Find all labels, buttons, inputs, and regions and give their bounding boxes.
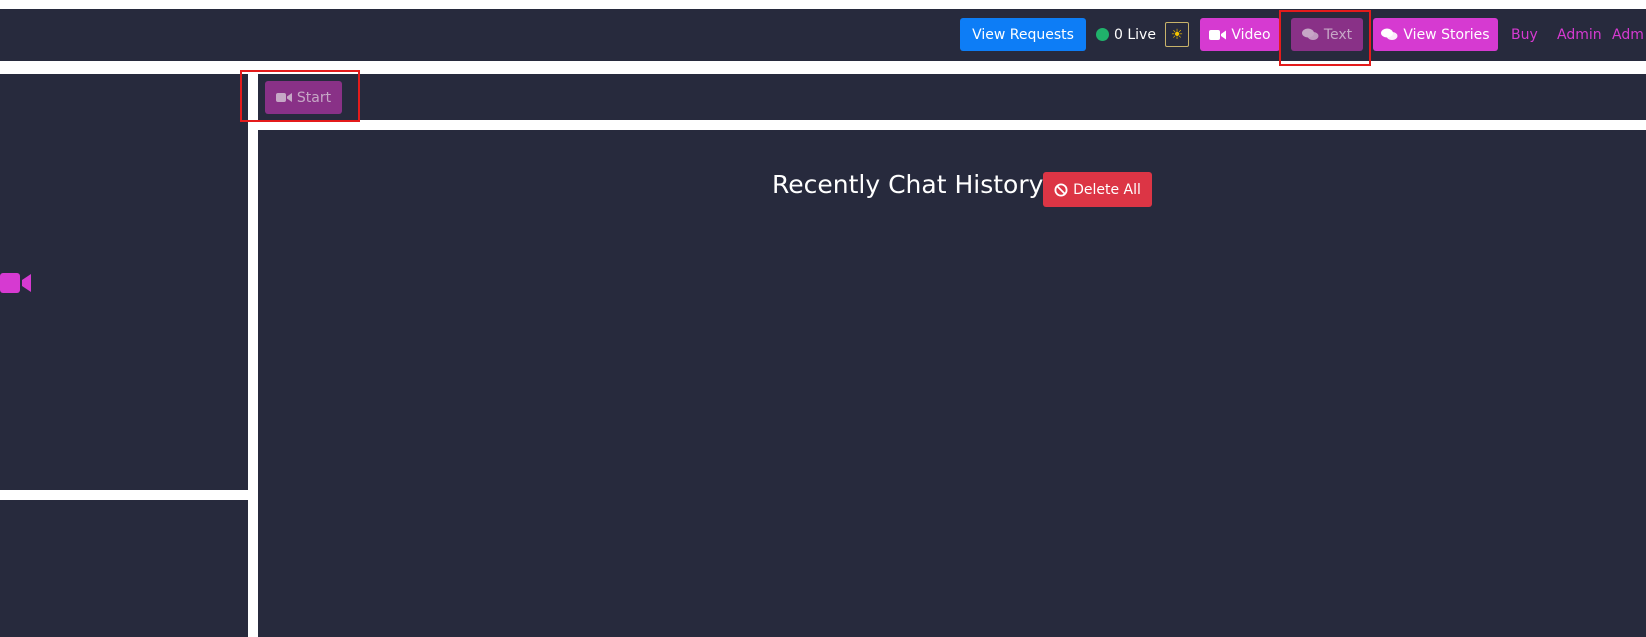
live-status-label: 0 Live <box>1114 26 1156 43</box>
chat-toolbar <box>258 74 1646 120</box>
page-title: Recently Chat History <box>772 170 1044 199</box>
view-stories-label: View Stories <box>1403 26 1490 43</box>
video-button[interactable]: Video <box>1200 18 1280 51</box>
top-navbar: View Requests 0 Live ☀ Video Text View S… <box>0 9 1646 61</box>
highlight-start-button <box>240 70 360 122</box>
theme-toggle-button[interactable]: ☀ <box>1165 22 1189 47</box>
sun-icon: ☀ <box>1170 26 1184 43</box>
live-status: 0 Live <box>1096 18 1156 51</box>
chat-history-panel <box>258 130 1646 637</box>
delete-all-button[interactable]: Delete All <box>1043 172 1152 207</box>
view-stories-button[interactable]: View Stories <box>1373 18 1498 51</box>
view-requests-button[interactable]: View Requests <box>960 18 1086 51</box>
video-camera-icon <box>0 271 32 299</box>
delete-all-label: Delete All <box>1073 181 1141 198</box>
video-camera-icon <box>1209 29 1227 41</box>
highlight-text-button <box>1279 10 1371 66</box>
video-preview-panel <box>0 74 248 490</box>
admin-link[interactable]: Admin <box>1557 18 1602 51</box>
view-requests-label: View Requests <box>972 26 1074 43</box>
ban-icon <box>1054 183 1068 197</box>
secondary-panel <box>0 500 248 637</box>
chat-bubbles-icon <box>1381 28 1398 41</box>
video-button-label: Video <box>1231 26 1271 43</box>
admin-link-truncated[interactable]: Adm <box>1612 18 1644 51</box>
buy-link[interactable]: Buy <box>1511 18 1538 51</box>
live-dot-icon <box>1096 28 1109 41</box>
